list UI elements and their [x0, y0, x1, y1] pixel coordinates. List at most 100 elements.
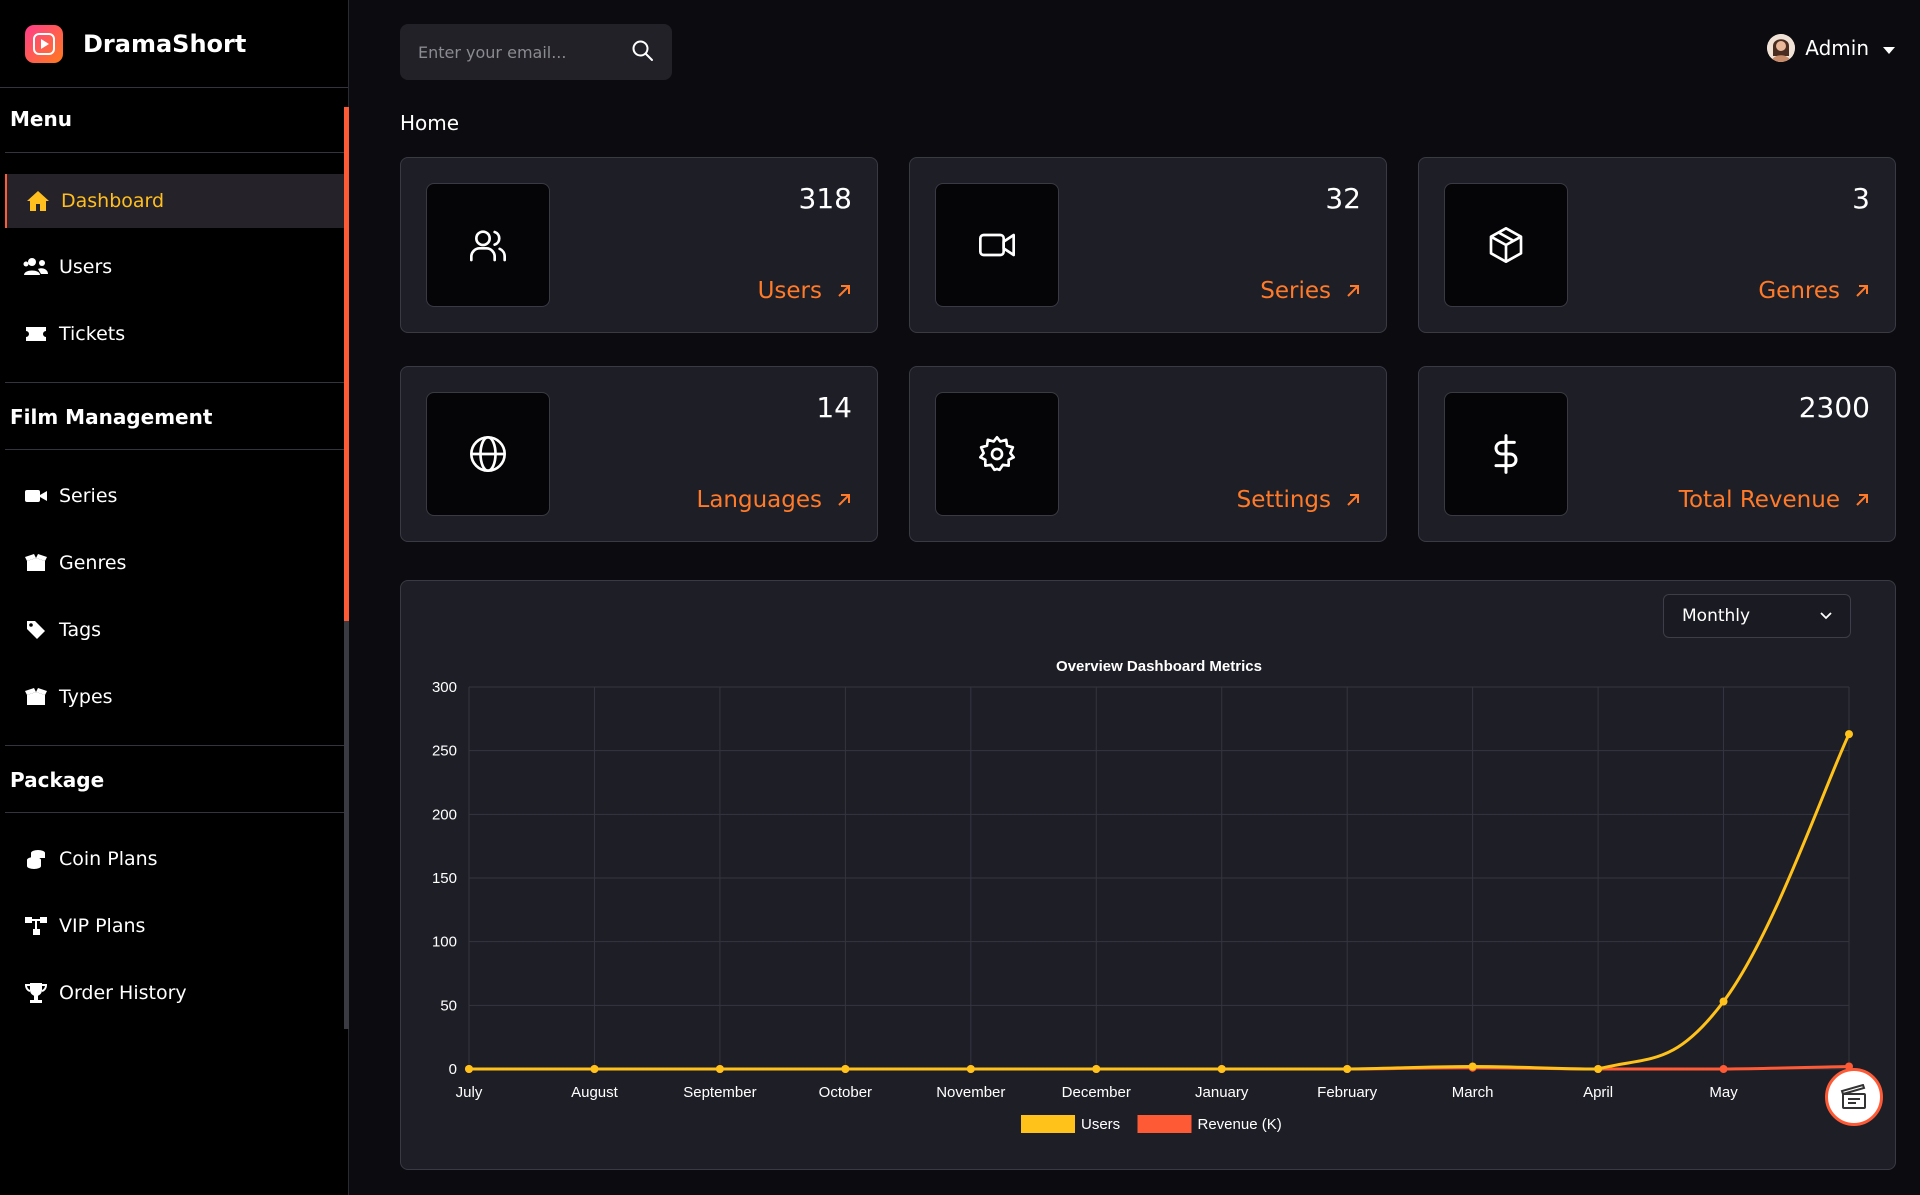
ticket-icon — [23, 321, 49, 347]
sidebar-item-coin-plans[interactable]: Coin Plans — [5, 832, 344, 886]
stat-card-languages: 14 Languages — [400, 366, 878, 542]
clapperboard-icon — [1840, 1084, 1866, 1109]
x-tick-label: May — [1709, 1084, 1738, 1101]
arrow-up-right-icon — [1347, 494, 1359, 506]
data-point — [590, 1065, 599, 1073]
play-logo-icon — [25, 24, 63, 63]
users-icon — [426, 183, 550, 307]
sidebar-item-series[interactable]: Series — [5, 469, 344, 523]
legend-label: Revenue (K) — [1198, 1116, 1282, 1133]
trophy-icon — [23, 980, 49, 1006]
sidebar-scrollbar-thumb[interactable] — [344, 107, 349, 621]
x-tick-label: April — [1583, 1084, 1613, 1101]
data-point — [1719, 997, 1728, 1006]
section-title-package: Package — [10, 768, 105, 792]
dollar-icon — [1444, 392, 1568, 516]
divider — [5, 152, 344, 153]
stat-link-genres[interactable]: Genres — [1758, 278, 1870, 304]
sidebar-item-tags[interactable]: Tags — [5, 603, 344, 657]
stat-link-series[interactable]: Series — [1260, 278, 1361, 304]
stat-label: Languages — [696, 487, 823, 513]
stat-link-total-revenue[interactable]: Total Revenue — [1679, 487, 1870, 513]
admin-menu[interactable]: Admin — [1767, 34, 1895, 62]
sidebar-item-label: Users — [59, 256, 113, 278]
stat-link-users[interactable]: Users — [758, 278, 852, 304]
coins-icon — [23, 846, 49, 872]
sidebar-item-dashboard[interactable]: Dashboard — [5, 174, 344, 228]
sidebar-item-label: Dashboard — [61, 190, 165, 212]
data-point — [465, 1065, 473, 1073]
search-icon[interactable] — [630, 38, 654, 66]
brand-name: DramaShort — [83, 29, 247, 58]
arrow-up-right-icon — [838, 494, 850, 506]
stat-label: Genres — [1758, 278, 1840, 304]
x-tick-label: July — [456, 1084, 483, 1101]
stat-value: 2300 — [1798, 391, 1870, 424]
x-tick-label: January — [1195, 1084, 1249, 1101]
stat-card-settings: Settings — [909, 366, 1387, 542]
sidebar-item-vip-plans[interactable]: VIP Plans — [5, 899, 344, 953]
x-tick-label: August — [571, 1084, 619, 1101]
y-tick-label: 50 — [440, 997, 457, 1014]
data-point — [1468, 1062, 1477, 1071]
sidebar-item-label: Coin Plans — [59, 848, 158, 870]
sidebar-item-users[interactable]: Users — [5, 240, 344, 294]
video-camera-icon — [935, 183, 1059, 307]
sidebar-item-genres[interactable]: Genres — [5, 536, 344, 590]
data-point — [1217, 1065, 1226, 1073]
globe-icon — [426, 392, 550, 516]
arrow-up-right-icon — [1856, 285, 1868, 297]
video-camera-icon — [23, 483, 49, 509]
data-point — [715, 1065, 724, 1073]
section-title-menu: Menu — [10, 107, 72, 131]
divider — [5, 382, 344, 383]
data-point — [1092, 1065, 1101, 1073]
search-box[interactable] — [400, 24, 672, 80]
stat-label: Total Revenue — [1678, 487, 1840, 513]
brand[interactable]: DramaShort — [0, 0, 348, 88]
divider — [5, 449, 344, 450]
chart-title: Overview Dashboard Metrics — [1056, 658, 1262, 675]
stat-link-languages[interactable]: Languages — [697, 487, 853, 513]
legend-label: Users — [1081, 1116, 1120, 1133]
stat-label: Settings — [1236, 487, 1331, 513]
sidebar-item-types[interactable]: Types — [5, 670, 344, 724]
network-icon — [23, 913, 49, 939]
avatar — [1767, 34, 1796, 62]
sidebar-item-label: Genres — [59, 552, 127, 574]
data-point — [1719, 1065, 1728, 1073]
data-point — [841, 1065, 850, 1073]
y-tick-label: 0 — [449, 1061, 457, 1078]
stat-value: 32 — [1325, 182, 1361, 215]
sidebar-item-order-history[interactable]: Order History — [5, 966, 344, 1020]
sidebar-item-label: Tickets — [59, 323, 126, 345]
sidebar-item-label: Types — [59, 686, 113, 708]
divider — [5, 812, 344, 813]
data-point — [1594, 1065, 1603, 1073]
stat-value: 14 — [816, 391, 852, 424]
series-line-users — [469, 733, 1851, 1071]
data-point — [966, 1065, 975, 1073]
home-icon — [25, 188, 51, 214]
gear-icon — [935, 392, 1059, 516]
y-tick-label: 150 — [432, 870, 457, 887]
stat-value: 318 — [798, 182, 852, 215]
x-tick-label: September — [683, 1084, 756, 1101]
search-input[interactable] — [418, 42, 630, 62]
sidebar-item-label: Order History — [59, 982, 187, 1004]
sidebar-item-tickets[interactable]: Tickets — [5, 307, 344, 361]
arrow-up-right-icon — [838, 285, 850, 297]
x-tick-label: October — [819, 1084, 872, 1101]
sidebar-item-label: Series — [59, 485, 118, 507]
line-chart: 0 50 100 150 200 250 300 July August September Oct… — [432, 658, 1853, 1133]
stat-card-total-revenue: 2300 Total Revenue — [1418, 366, 1896, 542]
box-open-icon — [23, 550, 49, 576]
clapperboard-fab-button[interactable] — [1825, 1068, 1883, 1126]
sidebar-item-label: Tags — [59, 619, 102, 641]
legend-swatch — [1021, 1115, 1075, 1133]
data-point — [1343, 1065, 1352, 1073]
stat-link-settings[interactable]: Settings — [1237, 487, 1361, 513]
tag-icon — [23, 617, 49, 643]
x-tick-label: December — [1062, 1084, 1131, 1101]
stat-card-genres: 3 Genres — [1418, 157, 1896, 333]
